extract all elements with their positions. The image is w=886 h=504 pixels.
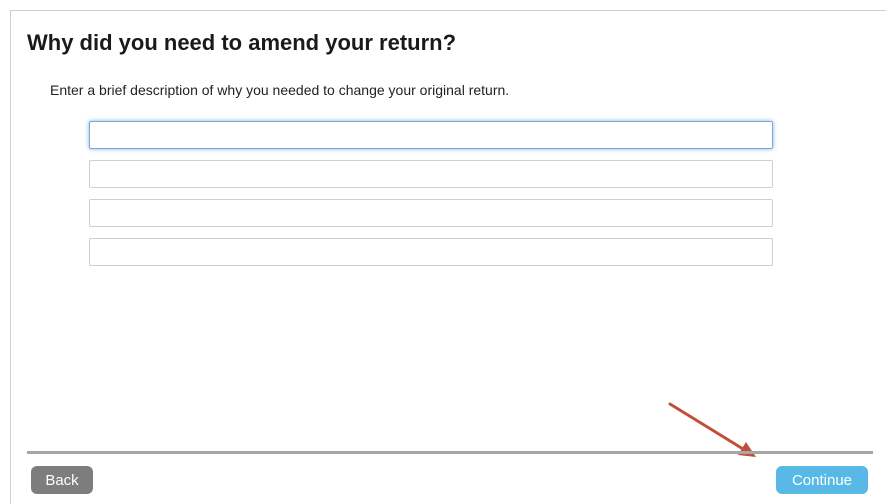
instructions-text: Enter a brief description of why you nee… [50,82,510,98]
footer-divider [27,451,873,454]
description-line-3-input[interactable] [89,199,773,227]
page-title: Why did you need to amend your return? [27,30,457,55]
annotation-arrow-icon [668,402,756,457]
description-line-4-input[interactable] [89,238,773,266]
continue-button[interactable]: Continue [776,466,868,494]
description-line-1-input[interactable] [89,121,773,149]
description-line-2-input[interactable] [89,160,773,188]
back-button[interactable]: Back [31,466,93,494]
